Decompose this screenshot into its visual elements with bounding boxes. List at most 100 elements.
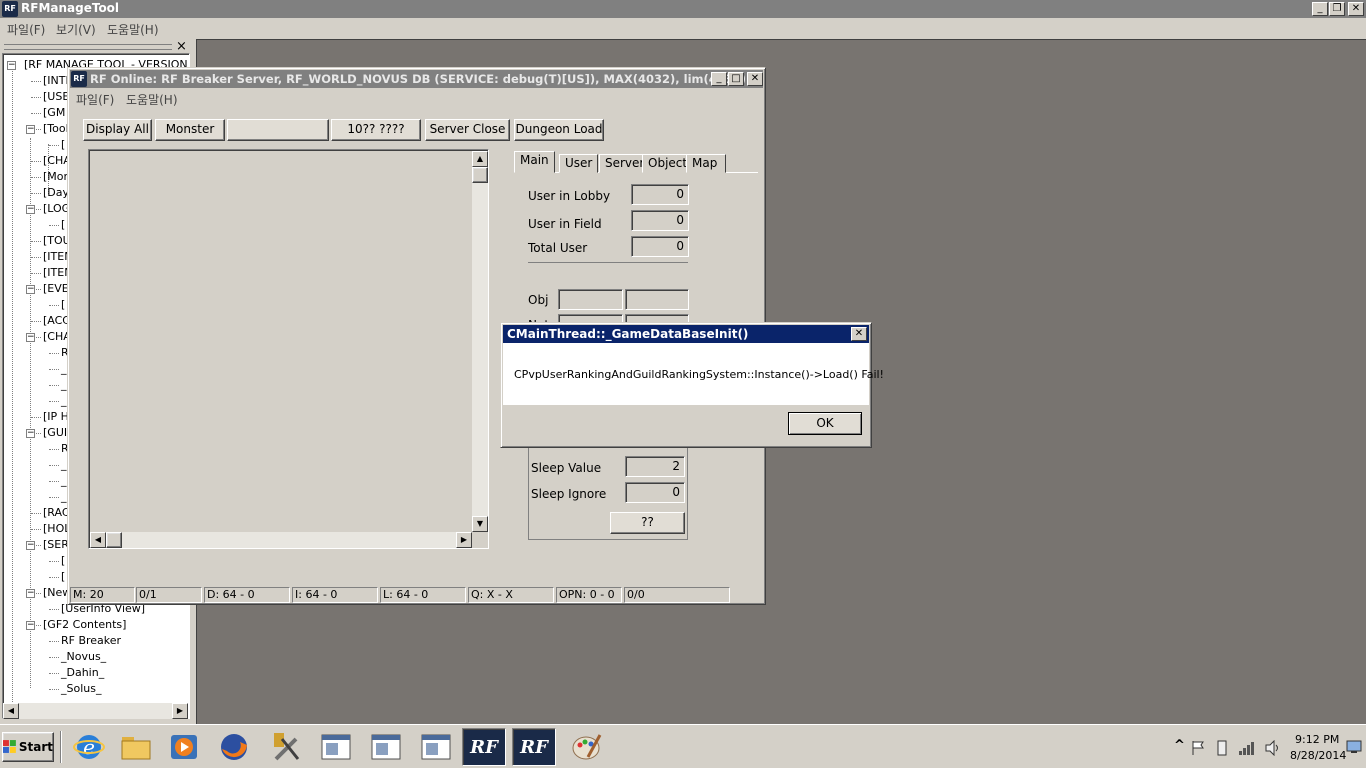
media-player-icon[interactable] [162, 728, 206, 766]
tree-connector [31, 177, 41, 178]
dialog-ok-button[interactable]: OK [788, 412, 862, 435]
log-scroll-right-icon[interactable]: ▶ [456, 532, 472, 548]
server-window-title: RF Online: RF Breaker Server, RF_WORLD_N… [90, 72, 747, 86]
dialog-titlebar[interactable]: CMainThread::_GameDataBaseInit() ✕ [503, 325, 869, 343]
tree-item[interactable]: RF Breaker [61, 634, 121, 648]
restore-button[interactable]: ❐ [1329, 2, 1345, 16]
server-maximize-button[interactable]: □ [728, 72, 744, 86]
tray-chevron-icon[interactable]: ^ [1174, 738, 1185, 753]
folder-icon[interactable] [114, 728, 158, 766]
log-hscrollbar[interactable]: ◀ ▶ [90, 532, 472, 548]
tree-item[interactable]: _ [61, 378, 67, 392]
tree-item[interactable]: _Solus_ [61, 682, 101, 696]
tree-collapse-icon[interactable]: − [26, 285, 35, 294]
flag-icon[interactable] [1190, 740, 1206, 756]
rf-task-icon-1[interactable]: RF [462, 728, 506, 766]
network-icon[interactable] [1238, 740, 1256, 756]
tree-panel-close-icon[interactable]: × [176, 39, 187, 54]
tree-hscrollbar[interactable]: ◀ ▶ [3, 703, 188, 719]
scroll-right-icon[interactable]: ▶ [172, 703, 188, 719]
tree-item[interactable]: [ [61, 298, 65, 312]
main-titlebar[interactable]: RF RFManageTool _ ❐ ✕ [0, 0, 1366, 18]
dungeon-load-button[interactable]: Dungeon Load [514, 119, 604, 141]
firefox-icon[interactable] [212, 728, 256, 766]
tree-item[interactable]: [GF2 Contents] [43, 618, 126, 632]
tab-map[interactable]: Map [686, 154, 726, 173]
tree-item[interactable]: [IP H [43, 410, 69, 424]
tree-item[interactable]: _ [61, 362, 67, 376]
tree-item[interactable]: _Dahin_ [61, 666, 104, 680]
clock-time[interactable]: 9:12 PM [1295, 733, 1339, 746]
server-titlebar[interactable]: RF RF Online: RF Breaker Server, RF_WORL… [70, 70, 763, 88]
server-menu-file[interactable]: 파일(F) [76, 91, 114, 108]
scroll-down-icon[interactable]: ▼ [472, 516, 488, 532]
qq-button[interactable]: ?? [610, 512, 685, 534]
tree-connector [49, 673, 59, 674]
tree-collapse-icon[interactable]: − [26, 125, 35, 134]
tree-item[interactable]: _ [61, 474, 67, 488]
status-cell: OPN: 0 - 0 [556, 587, 622, 603]
log-vscrollbar[interactable]: ▲ ▼ [472, 151, 488, 532]
tree-item[interactable]: [GUI [43, 426, 67, 440]
window-task-icon-2[interactable] [364, 728, 408, 766]
tab-user[interactable]: User [559, 154, 599, 173]
tree-collapse-icon[interactable]: − [26, 429, 35, 438]
dialog-close-button[interactable]: ✕ [851, 327, 867, 341]
device-icon[interactable] [1216, 739, 1228, 757]
tree-item[interactable]: [ [61, 570, 65, 584]
log-hscroll-thumb[interactable] [106, 532, 122, 548]
log-scroll-left-icon[interactable]: ◀ [90, 532, 106, 548]
tree-item[interactable]: [RAC [43, 506, 70, 520]
tree-item[interactable]: [ [61, 554, 65, 568]
blank-button[interactable] [227, 119, 329, 141]
tree-item[interactable]: [Day [43, 186, 69, 200]
close-button[interactable]: ✕ [1348, 2, 1364, 16]
menu-file[interactable]: 파일(F) [7, 21, 45, 38]
scroll-thumb[interactable] [472, 167, 488, 183]
server-close-cmd-button[interactable]: Server Close [425, 119, 510, 141]
tree-item[interactable]: _ [61, 490, 67, 504]
paint-icon[interactable] [564, 728, 608, 766]
window-task-icon-1[interactable] [314, 728, 358, 766]
start-button[interactable]: Start [2, 732, 54, 762]
ie-icon[interactable]: e [67, 728, 111, 766]
scroll-up-icon[interactable]: ▲ [472, 151, 488, 167]
tree-item[interactable]: [ACC [43, 314, 70, 328]
scroll-left-icon[interactable]: ◀ [3, 703, 19, 719]
tree-item[interactable]: [Tool [43, 122, 69, 136]
menu-help[interactable]: 도움말(H) [107, 21, 159, 38]
tree-collapse-icon[interactable]: − [26, 333, 35, 342]
tree-panel-grip[interactable] [4, 44, 172, 50]
tree-item[interactable]: [EVE [43, 282, 69, 296]
window-task-icon-3[interactable] [414, 728, 458, 766]
server-minimize-button[interactable]: _ [711, 72, 727, 86]
server-close-button[interactable]: ✕ [747, 72, 763, 86]
tree-collapse-icon[interactable]: − [26, 621, 35, 630]
tree-item[interactable]: [ [61, 218, 65, 232]
tree-item[interactable]: [ [61, 138, 65, 152]
btn-1099[interactable]: 10?? ???? [331, 119, 421, 141]
tree-item[interactable]: [USE [43, 90, 69, 104]
tab-main[interactable]: Main [514, 151, 555, 173]
volume-icon[interactable] [1264, 740, 1282, 756]
tree-item[interactable]: _Novus_ [61, 650, 106, 664]
tree-collapse-icon[interactable]: − [7, 61, 16, 70]
tree-item[interactable]: _ [61, 394, 67, 408]
tree-collapse-icon[interactable]: − [26, 541, 35, 550]
tree-item[interactable]: _ [61, 458, 67, 472]
minimize-button[interactable]: _ [1312, 2, 1328, 16]
tree-item[interactable]: [SER [43, 538, 69, 552]
tools-icon[interactable] [264, 728, 308, 766]
log-listbox[interactable] [88, 149, 489, 549]
menu-view[interactable]: 보기(V) [56, 21, 96, 38]
rf-task-icon-2[interactable]: RF [512, 728, 556, 766]
server-menu-help[interactable]: 도움말(H) [126, 91, 178, 108]
tree-collapse-icon[interactable]: − [26, 589, 35, 598]
obj-label: Obj [528, 293, 549, 307]
clock-date[interactable]: 8/28/2014 [1290, 749, 1346, 762]
main-menubar: 파일(F) 보기(V) 도움말(H) [0, 18, 1366, 38]
show-desktop-icon[interactable] [1346, 740, 1362, 754]
tree-collapse-icon[interactable]: − [26, 205, 35, 214]
display-all-button[interactable]: Display All [83, 119, 152, 141]
monster-button[interactable]: Monster [155, 119, 225, 141]
